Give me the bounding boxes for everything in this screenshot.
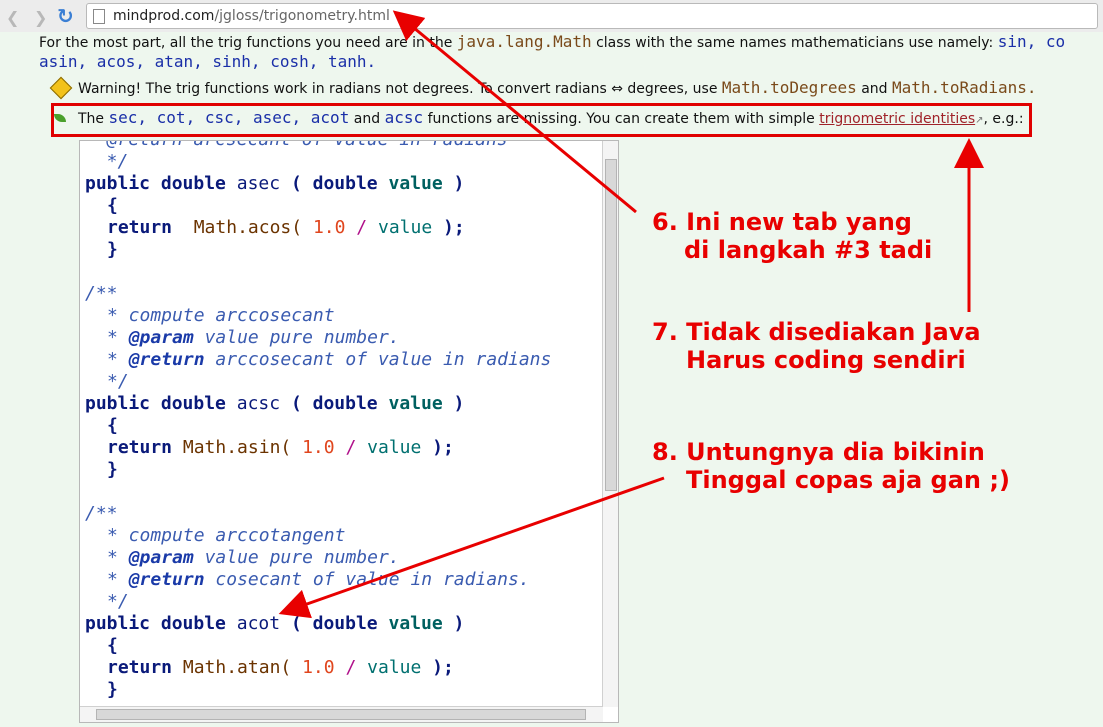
back-icon[interactable]: ❮ [6, 8, 19, 27]
scroll-thumb[interactable] [605, 159, 617, 491]
code-line: return Math.asin( 1.0 / value ); [107, 437, 454, 458]
url-text[interactable]: mindprod.com/jgloss/trigonometry.html [113, 8, 390, 24]
code-line: public double asec ( double value ) [85, 173, 465, 194]
warning-icon [49, 76, 73, 100]
code-line: return Math.atan( 1.0 / value ); [107, 657, 454, 678]
code-line: */ [107, 371, 129, 392]
code-line: } [107, 239, 118, 260]
code-line: * @return cosecant of value in radians. [107, 569, 530, 590]
code-panel[interactable]: @return arcsecant of value in radians */… [79, 140, 619, 723]
annotation-6-line1: 6. Ini new tab yang [652, 208, 912, 236]
code-line: /** [85, 503, 118, 524]
annotation-7-line1: 7. Tidak disediakan Java [652, 318, 981, 346]
code-line: * @return arccosecant of value in radian… [107, 349, 552, 370]
code-line: { [107, 415, 118, 436]
code-line: * compute arccosecant [107, 305, 335, 326]
vertical-scrollbar[interactable] [602, 141, 618, 707]
page-icon [93, 9, 105, 24]
annotation-8-line2: Tinggal copas aja gan ;) [686, 466, 1010, 494]
annotation-6-line2: di langkah #3 tadi [684, 236, 933, 264]
annotation-7-line2: Harus coding sendiri [686, 346, 966, 374]
code-line: { [107, 195, 118, 216]
annotation-8-line1: 8. Untungnya dia bikinin [652, 438, 985, 466]
code-line: return Math.acos( 1.0 / value ); [107, 217, 465, 238]
forward-icon[interactable]: ❯ [34, 8, 47, 27]
code-line: @return arcsecant of value in radians [85, 141, 508, 150]
code-line: * @param value pure number. [107, 547, 400, 568]
code-line: } [107, 679, 118, 700]
intro-line-1: For the most part, all the trig function… [39, 32, 1066, 51]
code-line: public double acsc ( double value ) [85, 393, 465, 414]
code-line: /** [85, 283, 118, 304]
code-line: { [107, 635, 118, 656]
scroll-thumb[interactable] [96, 709, 586, 720]
intro-line-2: asin, acos, atan, sinh, cosh, tanh. [39, 52, 377, 71]
code-line: * @param value pure number. [107, 327, 400, 348]
code-line: */ [107, 591, 129, 612]
warning-text: Warning! The trig functions work in radi… [78, 78, 1037, 97]
code-line: } [107, 459, 118, 480]
browser-toolbar: ❮ ❯ ↻ mindprod.com/jgloss/trigonometry.h… [0, 0, 1103, 32]
code-line: */ [85, 151, 129, 172]
highlight-box [51, 103, 1032, 137]
address-bar[interactable]: mindprod.com/jgloss/trigonometry.html [86, 3, 1098, 29]
reload-icon[interactable]: ↻ [57, 4, 74, 28]
code-line: public double acot ( double value ) [85, 613, 465, 634]
code-line: * compute arccotangent [107, 525, 346, 546]
horizontal-scrollbar[interactable] [80, 706, 603, 722]
